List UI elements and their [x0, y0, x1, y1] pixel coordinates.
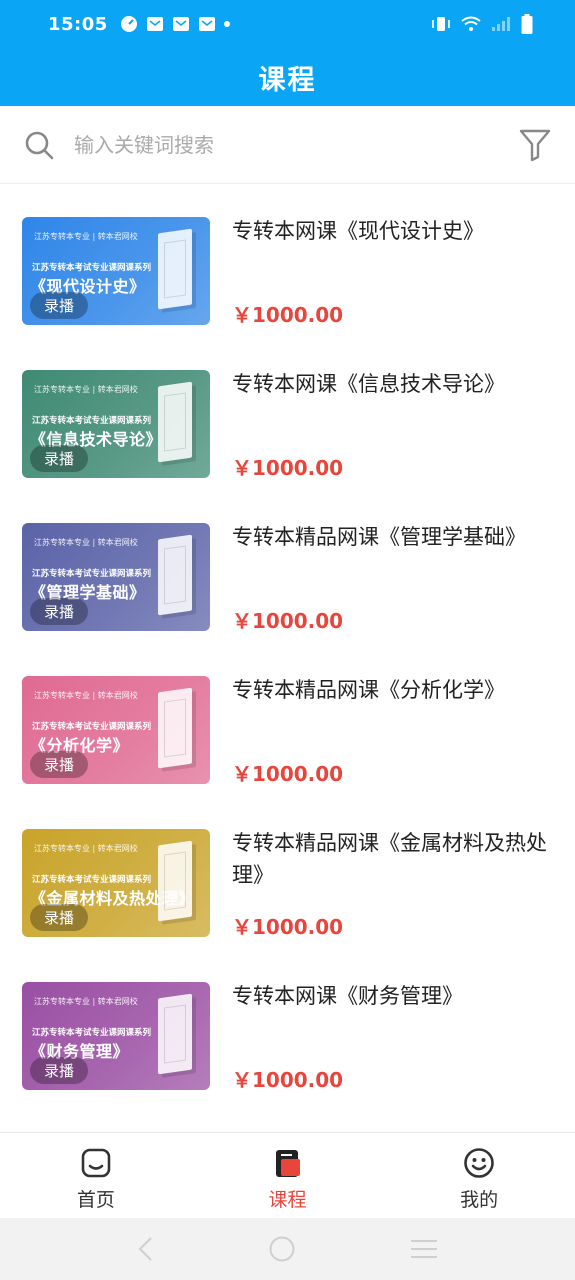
course-price: ￥1000.00	[232, 1068, 344, 1092]
cover-header-text: 江苏专转本专业 | 转本君网校	[34, 997, 138, 1006]
book-illustration-icon	[158, 840, 192, 922]
book-illustration-icon	[158, 993, 192, 1075]
course-item[interactable]: 江苏专转本专业 | 转本君网校 江苏专转本考试专业课网课系列 《信息技术导论》 …	[0, 370, 575, 523]
bottom-nav: 首页 课程 我的	[0, 1132, 575, 1218]
course-item[interactable]: 江苏专转本专业 | 转本君网校 江苏专转本考试专业课网课系列 《现代设计史》 录…	[0, 217, 575, 370]
book-illustration-icon	[158, 381, 192, 463]
mail-icon	[172, 17, 189, 31]
recorded-badge: 录播	[30, 445, 89, 472]
course-list: 江苏专转本专业 | 转本君网校 江苏专转本考试专业课网课系列 《现代设计史》 录…	[0, 184, 575, 1135]
filter-icon[interactable]	[519, 128, 551, 162]
nav-mine-label: 我的	[460, 1189, 499, 1211]
mail-icon	[198, 17, 215, 31]
search-icon[interactable]	[24, 130, 54, 160]
course-item[interactable]: 江苏专转本专业 | 转本君网校 江苏专转本考试专业课网课系列 《管理学基础》 录…	[0, 523, 575, 676]
cover-header-text: 江苏专转本专业 | 转本君网校	[34, 538, 138, 547]
status-time: 15:05	[48, 13, 108, 35]
cover-header-text: 江苏专转本专业 | 转本君网校	[34, 844, 138, 853]
menu-icon[interactable]	[409, 1237, 439, 1261]
course-info: 专转本网课《信息技术导论》 ￥1000.00	[232, 368, 553, 480]
recorded-badge: 录播	[30, 751, 89, 778]
nav-courses-label: 课程	[268, 1189, 307, 1211]
recorded-badge: 录播	[30, 598, 89, 625]
courses-book-icon	[275, 1150, 300, 1177]
book-illustration-icon	[158, 687, 192, 769]
recorded-badge: 录播	[30, 904, 89, 931]
recorded-badge: 录播	[30, 292, 89, 319]
book-illustration-icon	[158, 228, 192, 310]
course-info: 专转本网课《财务管理》 ￥1000.00	[232, 980, 553, 1092]
course-price: ￥1000.00	[232, 303, 344, 327]
course-item[interactable]: 江苏专转本专业 | 转本君网校 江苏专转本考试专业课网课系列 《财务管理》 录播…	[0, 982, 575, 1135]
course-item[interactable]: 江苏专转本专业 | 转本君网校 江苏专转本考试专业课网课系列 《分析化学》 录播…	[0, 676, 575, 829]
cover-sub-text: 江苏专转本考试专业课网课系列	[32, 1028, 152, 1038]
cover-sub-text: 江苏专转本考试专业课网课系列	[32, 722, 152, 732]
cover-sub-text: 江苏专转本考试专业课网课系列	[32, 263, 152, 273]
course-price: ￥1000.00	[232, 456, 344, 480]
course-cover[interactable]: 江苏专转本专业 | 转本君网校 江苏专转本考试专业课网课系列 《现代设计史》 录…	[22, 217, 210, 325]
course-info: 专转本精品网课《分析化学》 ￥1000.00	[232, 674, 553, 786]
home-icon	[81, 1148, 111, 1178]
app-screen: 15:05 课程 江苏专转本专业 | 转本君网校 江苏专转本考试专业课网	[0, 0, 575, 1280]
book-illustration-icon	[158, 534, 192, 616]
nav-home[interactable]: 首页	[0, 1133, 192, 1218]
course-info: 专转本精品网课《管理学基础》 ￥1000.00	[232, 521, 553, 633]
home-circle-icon[interactable]	[268, 1235, 296, 1263]
nav-home-label: 首页	[76, 1189, 115, 1211]
system-nav-bar	[0, 1218, 575, 1280]
cover-header-text: 江苏专转本专业 | 转本君网校	[34, 691, 138, 700]
page-title: 课程	[258, 65, 317, 96]
course-price: ￥1000.00	[232, 915, 344, 939]
nav-mine[interactable]: 我的	[383, 1133, 575, 1218]
vibrate-icon	[432, 17, 450, 31]
course-name[interactable]: 专转本精品网课《金属材料及热处理》	[232, 827, 553, 891]
course-cover[interactable]: 江苏专转本专业 | 转本君网校 江苏专转本考试专业课网课系列 《金属材料及热处理…	[22, 829, 210, 937]
nav-courses[interactable]: 课程	[192, 1133, 384, 1218]
course-price: ￥1000.00	[232, 609, 344, 633]
system-icons	[431, 14, 533, 34]
cover-sub-text: 江苏专转本考试专业课网课系列	[32, 569, 152, 579]
course-item[interactable]: 江苏专转本专业 | 转本君网校 江苏专转本考试专业课网课系列 《金属材料及热处理…	[0, 829, 575, 982]
wifi-icon	[461, 16, 481, 31]
smiley-icon	[464, 1148, 494, 1178]
course-cover[interactable]: 江苏专转本专业 | 转本君网校 江苏专转本考试专业课网课系列 《信息技术导论》 …	[22, 370, 210, 478]
course-name[interactable]: 专转本网课《现代设计史》	[232, 215, 553, 247]
cover-header-text: 江苏专转本专业 | 转本君网校	[34, 232, 138, 241]
cover-sub-text: 江苏专转本考试专业课网课系列	[32, 416, 152, 426]
course-info: 专转本精品网课《金属材料及热处理》 ￥1000.00	[232, 827, 553, 939]
course-name[interactable]: 专转本网课《信息技术导论》	[232, 368, 553, 400]
course-cover[interactable]: 江苏专转本专业 | 转本君网校 江苏专转本考试专业课网课系列 《财务管理》 录播	[22, 982, 210, 1090]
search-input[interactable]	[74, 132, 519, 157]
notification-icons	[120, 15, 230, 33]
battery-icon	[521, 14, 533, 34]
recorded-badge: 录播	[30, 1057, 89, 1084]
more-notifications-dot	[223, 21, 230, 27]
cover-header-text: 江苏专转本专业 | 转本君网校	[34, 385, 138, 394]
signal-icon	[492, 17, 510, 31]
course-cover[interactable]: 江苏专转本专业 | 转本君网校 江苏专转本考试专业课网课系列 《管理学基础》 录…	[22, 523, 210, 631]
course-name[interactable]: 专转本精品网课《分析化学》	[232, 674, 553, 706]
cover-sub-text: 江苏专转本考试专业课网课系列	[32, 875, 152, 885]
back-icon[interactable]	[136, 1236, 156, 1262]
status-bar: 15:05	[0, 0, 575, 48]
course-name[interactable]: 专转本网课《财务管理》	[232, 980, 553, 1012]
course-info: 专转本网课《现代设计史》 ￥1000.00	[232, 215, 553, 327]
course-name[interactable]: 专转本精品网课《管理学基础》	[232, 521, 553, 553]
speedometer-icon	[120, 16, 137, 32]
course-price: ￥1000.00	[232, 762, 344, 786]
mail-icon	[146, 17, 163, 31]
search-bar	[0, 106, 575, 184]
course-cover[interactable]: 江苏专转本专业 | 转本君网校 江苏专转本考试专业课网课系列 《分析化学》 录播	[22, 676, 210, 784]
top-bar: 15:05 课程	[0, 0, 575, 106]
